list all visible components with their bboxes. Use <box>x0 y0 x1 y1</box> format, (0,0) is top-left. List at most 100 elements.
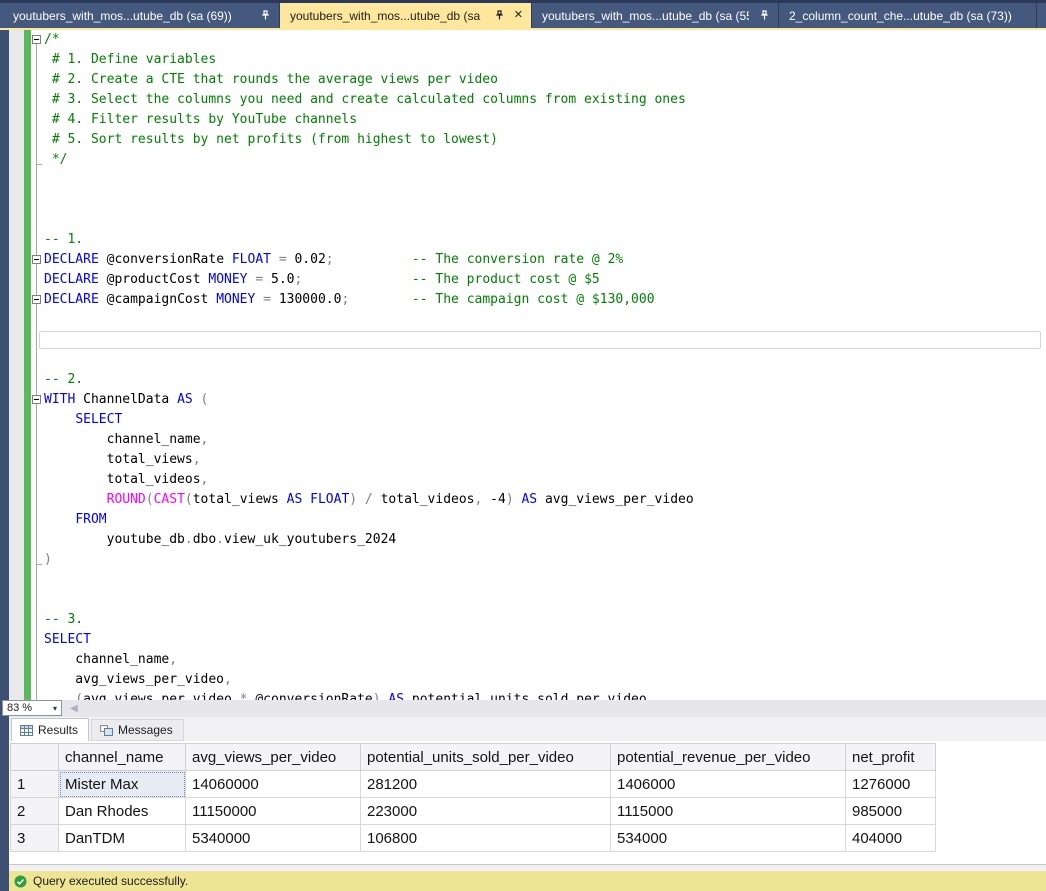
grid-row-header[interactable]: 2 <box>11 798 59 825</box>
code-token: ChannelData <box>75 392 177 407</box>
code-token: AS <box>177 392 193 407</box>
code-token: -- The campaign cost @ $130,000 <box>412 292 655 307</box>
code-token <box>349 292 412 307</box>
grid-header: channel_nameavg_views_per_videopotential… <box>11 744 936 771</box>
editor-zoom-combo[interactable]: 83 % ▾ <box>2 700 62 716</box>
code-token: -- The conversion rate @ 2% <box>412 252 623 267</box>
code-line-26: youtube_db.dbo.view_uk_youtubers_2024 <box>9 530 1046 550</box>
code-token: WITH <box>44 392 75 407</box>
code-token: , <box>169 652 177 667</box>
code-token: -- 2. <box>44 372 83 387</box>
code-token: ; <box>326 252 334 267</box>
code-line-25: FROM <box>9 510 1046 530</box>
code-line-14: DECLARE @campaignCost MONEY = 130000.0; … <box>9 290 1046 310</box>
grid-cell[interactable]: 106800 <box>361 825 611 852</box>
code-token: @conversionRate <box>99 252 232 267</box>
grid-column-header-potential_revenue_per_video[interactable]: potential_revenue_per_video <box>611 744 846 771</box>
code-token: @campaignCost <box>99 292 216 307</box>
code-token: ( <box>193 392 209 407</box>
results-bottom-strip <box>9 864 1046 871</box>
code-token: # 3. Select the columns you need and cre… <box>44 92 686 107</box>
document-tab-2[interactable]: youtubers_with_mos...utube_db (sa (56))✕ <box>280 3 532 28</box>
code-token: ) / <box>349 492 380 507</box>
grid-cell[interactable]: 281200 <box>361 771 611 798</box>
code-token: DECLARE <box>44 292 99 307</box>
code-line-23: total_videos, <box>9 470 1046 490</box>
results-pane: Results Messages channel_nameavg_views_p… <box>9 717 1046 864</box>
pin-icon[interactable] <box>260 10 271 21</box>
code-token: , <box>201 432 209 447</box>
code-token: potential_units_sold_per_video <box>404 692 647 700</box>
grid-cell[interactable]: 223000 <box>361 798 611 825</box>
code-text: -- 1. <box>44 230 83 250</box>
grid-cell[interactable]: DanTDM <box>59 825 186 852</box>
code-token: ROUND <box>107 492 146 507</box>
code-token: , <box>201 472 209 487</box>
code-text: DECLARE @conversionRate FLOAT = 0.02; --… <box>44 250 623 270</box>
grid-cell[interactable]: Dan Rhodes <box>59 798 186 825</box>
code-text: # 2. Create a CTE that rounds the averag… <box>44 70 498 90</box>
grid-row-header[interactable]: 1 <box>11 771 59 798</box>
grid-cell[interactable]: 1406000 <box>611 771 846 798</box>
code-token: ( <box>185 492 193 507</box>
fold-collapse-box[interactable] <box>32 35 41 44</box>
code-line-21: channel_name, <box>9 430 1046 450</box>
grid-cell[interactable]: 1115000 <box>611 798 846 825</box>
code-line-6: # 5. Sort results by net profits (from h… <box>9 130 1046 150</box>
grid-cell[interactable]: 534000 <box>611 825 846 852</box>
grid-cell[interactable]: 11150000 <box>186 798 361 825</box>
grid-header-row: channel_nameavg_views_per_videopotential… <box>11 744 936 771</box>
grid-cell[interactable]: 404000 <box>846 825 936 852</box>
current-line-indicator <box>39 331 1041 349</box>
chevron-down-icon[interactable]: ▾ <box>53 704 57 713</box>
code-line-1: /* <box>9 30 1046 50</box>
code-token: * <box>240 692 256 700</box>
fold-region-end <box>36 164 42 165</box>
grid-column-header-channel_name[interactable]: channel_name <box>59 744 186 771</box>
code-line-9 <box>9 190 1046 210</box>
grid-row-header[interactable]: 3 <box>11 825 59 852</box>
pin-icon[interactable] <box>494 10 505 21</box>
code-line-13: DECLARE @productCost MONEY = 5.0; -- The… <box>9 270 1046 290</box>
code-text: # 5. Sort results by net profits (from h… <box>44 130 498 150</box>
code-token: = <box>271 252 294 267</box>
code-token: dbo <box>193 532 216 547</box>
grid-cell[interactable]: 14060000 <box>186 771 361 798</box>
document-tab-3[interactable]: youtubers_with_mos...utube_db (sa (55)) <box>532 3 779 28</box>
tab-results[interactable]: Results <box>11 718 89 741</box>
code-text: FROM <box>44 510 107 530</box>
code-token: AS <box>287 492 303 507</box>
fold-collapse-box[interactable] <box>32 295 41 304</box>
code-line-12: DECLARE @conversionRate FLOAT = 0.02; --… <box>9 250 1046 270</box>
editor-zoom-value: 83 % <box>7 702 32 714</box>
editor-horizontal-scrollbar[interactable] <box>9 700 1046 717</box>
code-token: CAST <box>154 492 185 507</box>
document-tab-1[interactable]: youtubers_with_mos...utube_db (sa (69)) <box>3 3 280 28</box>
code-line-34: (avg_views_per_video * @conversionRate) … <box>9 690 1046 700</box>
tab-messages[interactable]: Messages <box>91 719 184 741</box>
grid-column-header-potential_units_sold_per_video[interactable]: potential_units_sold_per_video <box>361 744 611 771</box>
fold-collapse-box[interactable] <box>32 395 41 404</box>
code-line-24: ROUND(CAST(total_views AS FLOAT) / total… <box>9 490 1046 510</box>
close-icon[interactable]: ✕ <box>514 10 523 21</box>
grid-column-header-net_profit[interactable]: net_profit <box>846 744 936 771</box>
grid-corner-header[interactable] <box>11 744 59 771</box>
grid-column-header-avg_views_per_video[interactable]: avg_views_per_video <box>186 744 361 771</box>
grid-cell[interactable]: 1276000 <box>846 771 936 798</box>
document-tab-title: youtubers_with_mos...utube_db (sa (55)) <box>542 9 749 23</box>
code-text: # 3. Select the columns you need and cre… <box>44 90 686 110</box>
code-token: @productCost <box>99 272 209 287</box>
pin-icon[interactable] <box>759 10 770 21</box>
scroll-left-icon[interactable]: ◀ <box>70 701 78 716</box>
grid-cell[interactable]: 5340000 <box>186 825 361 852</box>
code-token: . <box>216 532 224 547</box>
document-tab-4[interactable]: 2_column_count_che...utube_db (sa (73)) <box>779 3 1037 28</box>
code-line-5: # 4. Filter results by YouTube channels <box>9 110 1046 130</box>
code-line-22: total_views, <box>9 450 1046 470</box>
grid-cell[interactable]: 985000 <box>846 798 936 825</box>
code-token <box>44 492 107 507</box>
sql-editor-surface[interactable]: /* # 1. Define variables # 2. Create a C… <box>9 30 1046 700</box>
fold-collapse-box[interactable] <box>32 255 41 264</box>
code-token: youtube_db <box>44 532 185 547</box>
grid-cell[interactable]: Mister Max <box>59 771 186 798</box>
